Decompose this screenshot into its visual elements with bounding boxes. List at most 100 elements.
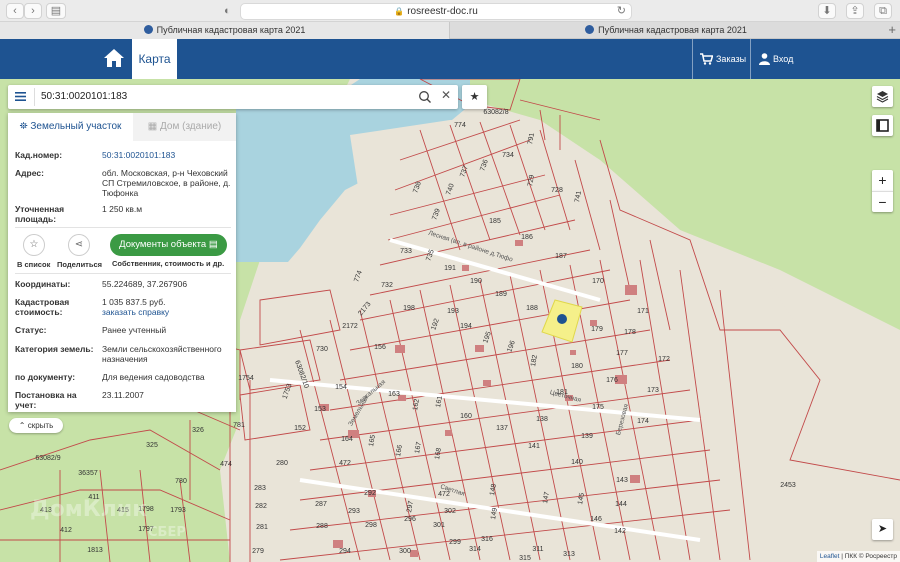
add-to-list-label[interactable]: В список — [17, 260, 50, 269]
search-input[interactable] — [41, 85, 411, 109]
search-bar: ✕ — [8, 85, 458, 109]
parcel-number-label: 311 — [532, 546, 543, 553]
shield-icon[interactable]: ◐ — [224, 4, 231, 19]
browser-tab-2[interactable]: Публичная кадастровая карта 2021 — [450, 22, 882, 39]
layers-icon[interactable] — [872, 86, 893, 107]
orders-label: Заказы — [716, 54, 747, 64]
parcel-number-label: 63082/9 — [35, 455, 60, 462]
share-label[interactable]: Поделиться — [57, 260, 102, 269]
zoom-out-button[interactable]: − — [872, 191, 893, 212]
parcel-number-label: 188 — [526, 305, 538, 312]
zoom-in-button[interactable]: + — [872, 170, 893, 191]
parcel-number-label: 1793 — [170, 507, 186, 514]
tab-land-plot[interactable]: ⛯ Земельный участок — [8, 113, 133, 141]
parcel-number-label: 300 — [399, 548, 411, 555]
parcel-number-label: 138 — [536, 416, 548, 423]
map-attribution: Leaflet | ПКК © Росреестр — [816, 551, 900, 562]
watermark-domclick: ДомКлик — [30, 497, 148, 522]
field-value: 1 035 837.5 руб. — [102, 297, 166, 307]
add-to-list-star-icon[interactable]: ☆ — [23, 234, 45, 256]
parcel-number-label: 189 — [495, 291, 507, 298]
parcel-number-label: 730 — [316, 346, 328, 353]
select-area-icon[interactable] — [872, 115, 893, 136]
parcel-number-label: 281 — [256, 524, 268, 531]
parcel-number-label: 190 — [470, 278, 482, 285]
tab-title: Публичная кадастровая карта 2021 — [598, 25, 747, 35]
tab-building[interactable]: ▦ Дом (здание) — [133, 113, 236, 141]
forward-icon[interactable]: › — [24, 3, 42, 19]
divider — [15, 227, 231, 228]
back-icon[interactable]: ‹ — [6, 3, 24, 19]
parcel-number-label: 179 — [591, 326, 603, 333]
browser-tab-1[interactable]: Публичная кадастровая карта 2021 — [0, 22, 450, 39]
parcel-number-label: 326 — [192, 427, 204, 434]
parcel-number-label: 177 — [616, 350, 628, 357]
parcel-number-label: 293 — [348, 508, 360, 515]
parcel-number-label: 180 — [571, 363, 583, 370]
chevron-up-icon: ⌃ — [18, 421, 26, 430]
parcel-number-label: 140 — [571, 459, 583, 466]
parcel-number-label: 280 — [276, 460, 288, 467]
parcel-number-label: 283 — [254, 485, 266, 492]
clear-icon[interactable]: ✕ — [441, 88, 451, 102]
search-icon[interactable] — [418, 90, 432, 104]
orders-button[interactable]: Заказы — [700, 39, 746, 79]
parcel-number-label: 733 — [400, 248, 412, 255]
address-bar[interactable]: ◐ 🔒 rosreestr-doc.ru ↻ — [224, 3, 632, 20]
tabs-overview-icon[interactable]: ⧉ — [874, 3, 892, 19]
header-divider — [692, 39, 693, 79]
parcel-number-label: 36357 — [78, 470, 98, 477]
login-button[interactable]: Вход — [759, 39, 793, 79]
app-header: Карта Заказы Вход — [0, 39, 900, 79]
parcel-number-label: 774 — [454, 122, 466, 129]
download-icon[interactable]: ⬇ — [818, 3, 836, 19]
locate-arrow-icon[interactable]: ➤ — [872, 519, 893, 540]
hide-label: скрыть — [27, 421, 54, 430]
parcel-number-label: 152 — [294, 425, 306, 432]
location-marker-icon[interactable] — [557, 314, 567, 324]
parcel-number-label: 474 — [220, 461, 232, 468]
field-label: Постановка на учет: — [15, 390, 77, 410]
hide-panel-button[interactable]: ⌃ скрыть — [9, 418, 63, 433]
parcel-number-label: 299 — [449, 539, 461, 546]
parcel-number-label: 63082/8 — [483, 109, 508, 116]
favorites-star-icon[interactable]: ★ — [462, 85, 487, 109]
field-value: 23.11.2007 — [102, 390, 144, 400]
parcel-number-label: 296 — [404, 516, 416, 523]
tab-map[interactable]: Карта — [132, 39, 177, 79]
sidebar-icon[interactable]: ▤ — [46, 3, 66, 19]
parcel-number-label: 314 — [469, 546, 481, 553]
menu-icon[interactable] — [15, 91, 26, 102]
attribution-text: | ПКК © Росреестр — [839, 553, 897, 560]
new-tab-button[interactable]: + — [888, 22, 896, 38]
browser-toolbar: ‹ › ▤ ◐ 🔒 rosreestr-doc.ru ↻ ⬇ ⇪ ⧉ — [0, 0, 900, 22]
parcel-number-label: 193 — [447, 308, 459, 315]
parcel-number-label: 170 — [592, 278, 604, 285]
url-text: rosreestr-doc.ru — [407, 6, 478, 17]
parcel-number-label: 302 — [444, 508, 456, 515]
field-label: Кадастровая стоимость: — [15, 297, 70, 317]
cad-number-link[interactable]: 50:31:0020101:183 — [102, 150, 232, 160]
divider — [15, 273, 231, 274]
home-icon[interactable] — [96, 39, 132, 79]
parcel-number-label: 174 — [637, 418, 649, 425]
field-value: Для ведения садоводства — [102, 372, 205, 382]
parcel-number-label: 294 — [339, 548, 351, 555]
user-icon — [759, 53, 770, 65]
parcel-number-label: 1813 — [87, 547, 103, 554]
parcel-number-label: 282 — [255, 503, 267, 510]
document-icon: ▤ — [208, 239, 218, 250]
parcel-number-label: 164 — [341, 436, 353, 443]
header-divider — [750, 39, 751, 79]
object-documents-button[interactable]: Документы объекта ▤ — [110, 234, 227, 256]
reload-icon[interactable]: ↻ — [617, 4, 626, 19]
parcel-number-label: 301 — [433, 522, 445, 529]
share-icon[interactable]: ⋖ — [68, 234, 90, 256]
leaflet-link[interactable]: Leaflet — [820, 553, 840, 560]
share-browser-icon[interactable]: ⇪ — [846, 3, 864, 19]
panel-tabs: ⛯ Земельный участок ▦ Дом (здание) — [8, 113, 236, 141]
order-certificate-link[interactable]: заказать справку — [102, 307, 232, 317]
field-value: Земли сельскохозяйственного назначения — [102, 344, 222, 364]
parcel-number-label: 144 — [615, 501, 627, 508]
docs-button-label: Документы объекта — [119, 239, 207, 250]
